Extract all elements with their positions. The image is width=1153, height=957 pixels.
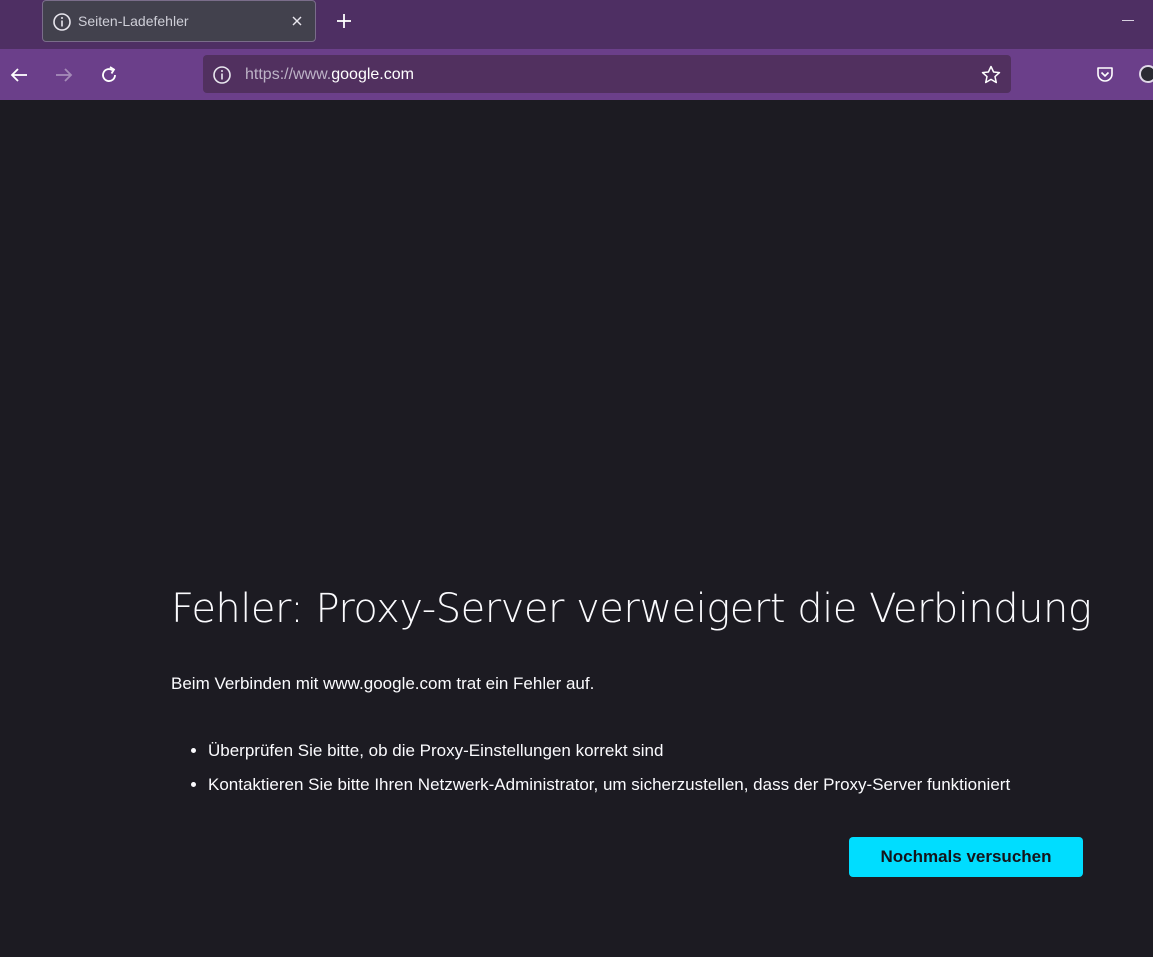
account-avatar-icon[interactable] xyxy=(1139,65,1153,83)
url-text[interactable]: https://www.google.com xyxy=(245,66,414,84)
error-description: Beim Verbinden mit www.google.com trat e… xyxy=(171,674,595,693)
list-item: Kontaktieren Sie bitte Ihren Netzwerk-Ad… xyxy=(208,768,1010,802)
url-domain: google.com xyxy=(331,66,414,83)
navigation-toolbar: https://www.google.com xyxy=(0,49,1153,100)
error-suggestions: Überprüfen Sie bitte, ob die Proxy-Einst… xyxy=(188,734,1010,802)
reload-icon[interactable] xyxy=(98,64,120,86)
list-item: Überprüfen Sie bitte, ob die Proxy-Einst… xyxy=(208,734,1010,768)
forward-arrow-icon[interactable] xyxy=(53,64,75,86)
back-arrow-icon[interactable] xyxy=(8,64,30,86)
error-page: Fehler: Proxy-Server verweigert die Verb… xyxy=(0,100,1153,957)
address-bar[interactable]: https://www.google.com xyxy=(203,55,1011,93)
tab-title: Seiten-Ladefehler xyxy=(78,13,189,29)
url-prefix: https://www. xyxy=(245,66,332,83)
new-tab-plus-icon[interactable] xyxy=(333,10,355,32)
pocket-icon[interactable] xyxy=(1095,64,1115,89)
minimize-window-icon[interactable] xyxy=(1122,20,1134,21)
close-tab-icon[interactable] xyxy=(289,13,305,29)
retry-button[interactable]: Nochmals versuchen xyxy=(849,837,1083,877)
tab-bar: Seiten-Ladefehler xyxy=(0,0,1153,49)
bookmark-star-icon[interactable] xyxy=(980,64,1002,91)
error-title: Fehler: Proxy-Server verweigert die Verb… xyxy=(171,586,1092,632)
tab-page-load-error[interactable]: Seiten-Ladefehler xyxy=(42,0,316,42)
info-icon xyxy=(52,12,72,37)
site-info-icon[interactable] xyxy=(212,65,232,90)
